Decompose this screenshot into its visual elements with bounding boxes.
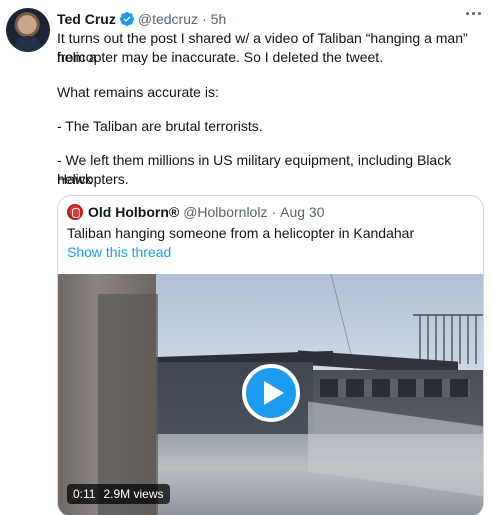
author-name[interactable]: Ted Cruz (57, 11, 116, 27)
separator: · (201, 11, 207, 27)
separator: · (271, 204, 277, 220)
video-views: 2.9M views (103, 487, 164, 501)
video-duration: 0:11 (73, 487, 96, 501)
video-player[interactable]: 0:11 2.9M views (58, 274, 483, 515)
tweet-text-line: helicopters. (57, 171, 129, 187)
video-stats-badge: 0:11 2.9M views (67, 484, 170, 504)
more-icon[interactable] (466, 12, 481, 15)
quoted-tweet[interactable]: Old Holborn® @Holbornlolz · Aug 30 Talib… (57, 195, 484, 515)
verified-badge-icon (119, 11, 135, 27)
author-handle[interactable]: @tedcruz (138, 11, 198, 27)
quoted-date[interactable]: Aug 30 (280, 204, 324, 220)
quoted-avatar[interactable] (67, 204, 83, 220)
quoted-author-name[interactable]: Old Holborn® (88, 204, 179, 220)
play-button[interactable] (242, 364, 300, 422)
quoted-text: Taliban hanging someone from a helicopte… (67, 225, 415, 241)
tweet-text-line: What remains accurate is: (57, 84, 219, 100)
tweet-header: Ted Cruz @tedcruz · 5h (57, 9, 226, 29)
show-thread-link[interactable]: Show this thread (67, 243, 171, 262)
tweet-text-line: helicopter may be inaccurate. So I delet… (57, 49, 384, 65)
play-icon (263, 381, 284, 405)
quoted-author-handle[interactable]: @Holbornlolz (183, 204, 267, 220)
quoted-header: Old Holborn® @Holbornlolz · Aug 30 (67, 203, 325, 221)
tweet[interactable]: Ted Cruz @tedcruz · 5h It turns out the … (0, 0, 491, 515)
timestamp[interactable]: 5h (211, 11, 227, 27)
avatar[interactable] (6, 8, 50, 52)
tweet-text-line: - The Taliban are brutal terrorists. (57, 118, 263, 134)
